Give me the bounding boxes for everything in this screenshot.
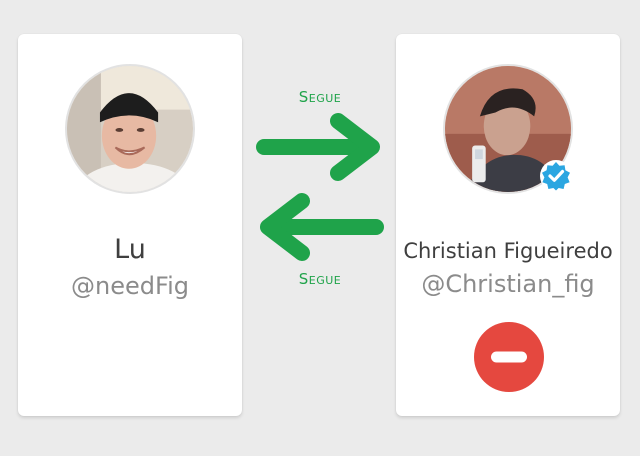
display-name: Lu xyxy=(114,234,146,265)
follows-label-top: Segue xyxy=(298,88,342,106)
arrow-left-icon xyxy=(256,192,384,262)
username-handle: @Christian_fig xyxy=(421,270,595,298)
arrow-right-icon xyxy=(256,112,384,182)
verified-badge-icon xyxy=(539,159,573,193)
user-card-right[interactable]: Christian Figueiredo @Christian_fig xyxy=(396,34,620,416)
username-handle: @needFig xyxy=(71,272,189,300)
minus-circle-icon xyxy=(491,351,527,363)
user-card-left[interactable]: Lu @needFig xyxy=(18,34,242,416)
display-name: Christian Figueiredo xyxy=(403,239,613,263)
follows-label-bottom: Segue xyxy=(298,270,342,288)
unfollow-button[interactable] xyxy=(474,322,544,392)
avatar-photo-icon xyxy=(67,66,193,192)
avatar-lu[interactable] xyxy=(65,64,195,194)
